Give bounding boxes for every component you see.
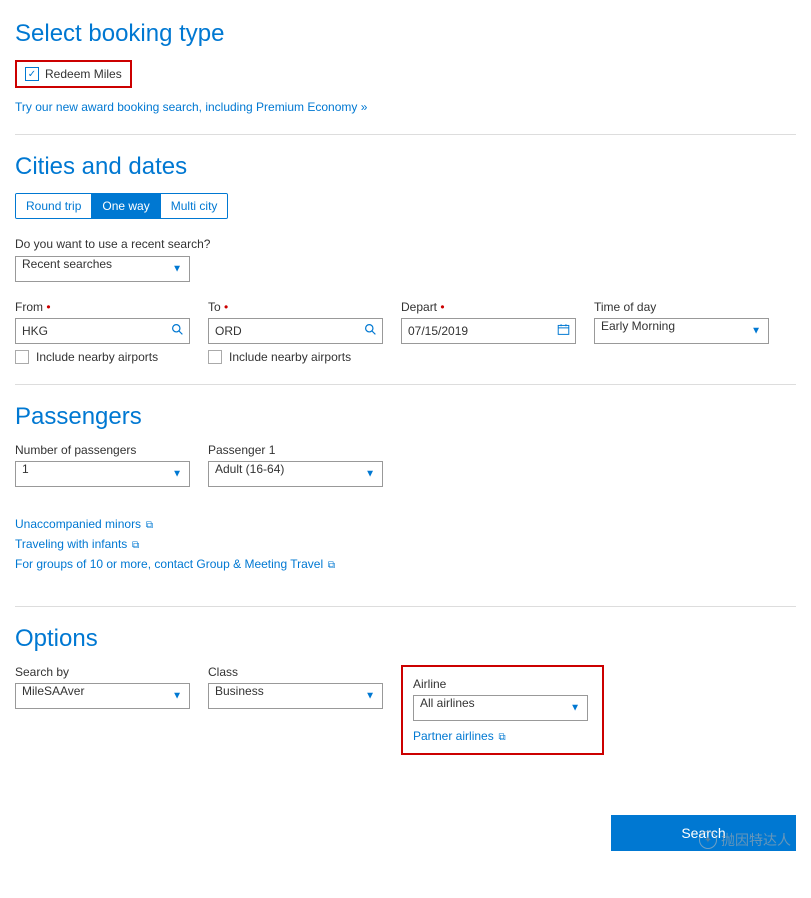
- airline-select[interactable]: All airlines: [413, 695, 588, 721]
- airline-label: Airline: [413, 677, 588, 691]
- passenger1-group: Passenger 1 Adult (16-64) ▼: [208, 443, 383, 487]
- from-field-group: From • Include nearby airports: [15, 300, 190, 364]
- search-by-group: Search by MileSAAver ▼: [15, 665, 190, 709]
- redeem-checkbox[interactable]: ✓: [25, 67, 39, 81]
- section-passengers: Passengers Number of passengers 1 ▼ Pass…: [15, 403, 796, 571]
- depart-label: Depart •: [401, 300, 576, 314]
- passenger1-select[interactable]: Adult (16-64): [208, 461, 383, 487]
- section-options: Options Search by MileSAAver ▼ Class Bus…: [15, 625, 796, 755]
- group-travel-link[interactable]: For groups of 10 or more, contact Group …: [15, 557, 335, 571]
- time-of-day-field-group: Time of day Early Morning ▼: [594, 300, 769, 364]
- airline-highlight: Airline All airlines ▼ Partner airlines …: [401, 665, 604, 755]
- redeem-miles-highlight: ✓ Redeem Miles: [15, 60, 132, 88]
- redeem-label: Redeem Miles: [45, 67, 122, 81]
- search-by-label: Search by: [15, 665, 190, 679]
- divider: [15, 384, 796, 385]
- from-label: From •: [15, 300, 190, 314]
- checkbox-empty-icon: [15, 350, 29, 364]
- class-label: Class: [208, 665, 383, 679]
- search-icon[interactable]: [364, 323, 377, 339]
- recent-search-question: Do you want to use a recent search?: [15, 237, 796, 251]
- airline-group: Airline All airlines ▼ Partner airlines …: [413, 677, 588, 743]
- divider: [15, 134, 796, 135]
- to-label: To •: [208, 300, 383, 314]
- trip-type-tabs: Round trip One way Multi city: [15, 193, 228, 219]
- cities-heading: Cities and dates: [15, 153, 796, 181]
- time-of-day-select[interactable]: Early Morning: [594, 318, 769, 344]
- class-select[interactable]: Business: [208, 683, 383, 709]
- external-link-icon: ⧉: [325, 560, 335, 571]
- num-passengers-group: Number of passengers 1 ▼: [15, 443, 190, 487]
- to-nearby-label: Include nearby airports: [229, 350, 351, 364]
- partner-airlines-link[interactable]: Partner airlines ⧉: [413, 729, 506, 743]
- from-input[interactable]: [15, 318, 190, 344]
- wechat-icon: ✦: [699, 831, 717, 849]
- passengers-heading: Passengers: [15, 403, 796, 431]
- options-heading: Options: [15, 625, 796, 653]
- recent-searches-select[interactable]: Recent searches: [15, 256, 190, 282]
- traveling-infants-link[interactable]: Traveling with infants ⧉: [15, 537, 139, 551]
- external-link-icon: ⧉: [496, 732, 506, 743]
- from-nearby-checkbox[interactable]: Include nearby airports: [15, 350, 190, 364]
- section-booking-type: Select booking type ✓ Redeem Miles Try o…: [15, 20, 796, 114]
- num-passengers-label: Number of passengers: [15, 443, 190, 457]
- watermark: ✦ 抛因特达人: [699, 830, 791, 850]
- to-field-group: To • Include nearby airports: [208, 300, 383, 364]
- calendar-icon[interactable]: [557, 323, 570, 339]
- unaccompanied-minors-link[interactable]: Unaccompanied minors ⧉: [15, 517, 153, 531]
- to-nearby-checkbox[interactable]: Include nearby airports: [208, 350, 383, 364]
- tod-label: Time of day: [594, 300, 769, 314]
- passenger1-label: Passenger 1: [208, 443, 383, 457]
- from-nearby-label: Include nearby airports: [36, 350, 158, 364]
- tab-round-trip[interactable]: Round trip: [16, 194, 92, 218]
- depart-field-group: Depart •: [401, 300, 576, 364]
- num-passengers-select[interactable]: 1: [15, 461, 190, 487]
- promo-link[interactable]: Try our new award booking search, includ…: [15, 100, 367, 114]
- checkbox-empty-icon: [208, 350, 222, 364]
- depart-input[interactable]: [401, 318, 576, 344]
- section-cities-dates: Cities and dates Round trip One way Mult…: [15, 153, 796, 364]
- divider: [15, 606, 796, 607]
- tab-one-way[interactable]: One way: [92, 194, 160, 218]
- watermark-text: 抛因特达人: [721, 830, 791, 850]
- external-link-icon: ⧉: [143, 520, 153, 531]
- class-group: Class Business ▼: [208, 665, 383, 709]
- search-icon[interactable]: [171, 323, 184, 339]
- external-link-icon: ⧉: [129, 540, 139, 551]
- tab-multi-city[interactable]: Multi city: [161, 194, 228, 218]
- search-by-select[interactable]: MileSAAver: [15, 683, 190, 709]
- booking-type-heading: Select booking type: [15, 20, 796, 48]
- to-input[interactable]: [208, 318, 383, 344]
